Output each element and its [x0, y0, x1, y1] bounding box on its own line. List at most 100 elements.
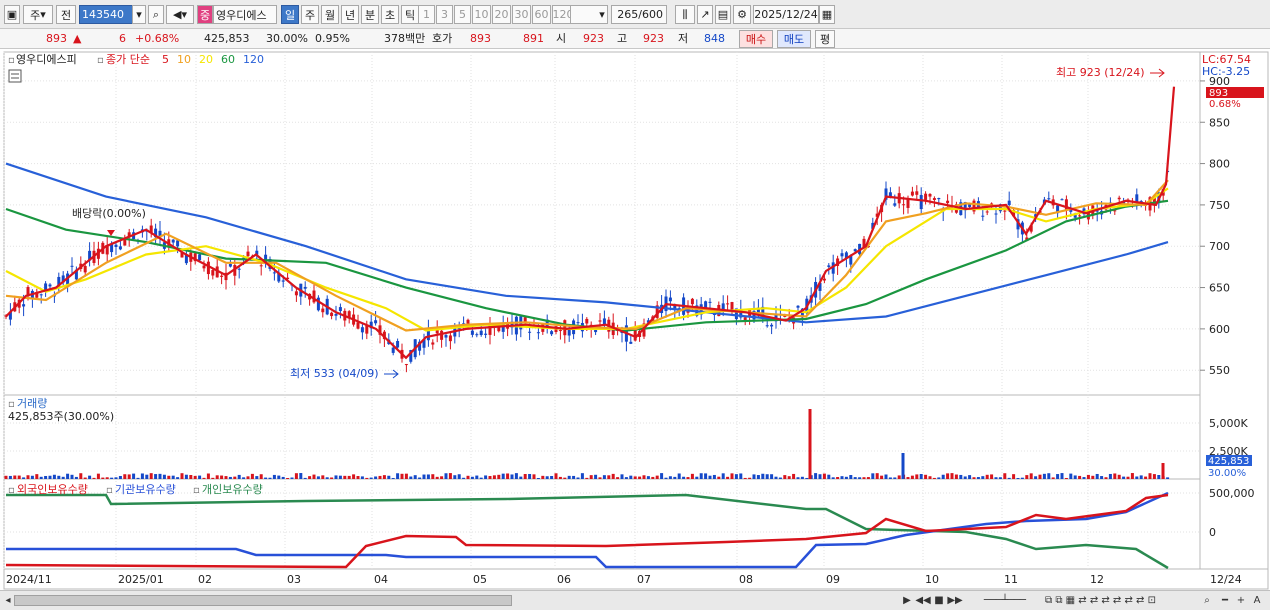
chevron-down-icon[interactable]: ▾ — [132, 5, 146, 24]
ma-legend-20[interactable]: 20 — [199, 53, 213, 66]
gear-icon[interactable]: ⚙ — [733, 5, 751, 24]
speaker-icon[interactable]: ◀▾ — [166, 5, 194, 24]
candle-body — [523, 317, 527, 322]
sell-button[interactable]: 매도 — [777, 30, 811, 48]
holding-legend-2[interactable]: 개인보유수량 — [202, 483, 263, 496]
volume-title[interactable]: 거래량 — [17, 397, 47, 410]
candle-body — [220, 275, 224, 277]
volume-bar — [294, 473, 298, 479]
tab-period-6[interactable]: 틱 — [401, 5, 419, 24]
volume-bar — [646, 476, 650, 479]
volume-bar — [250, 473, 254, 479]
candle-body — [932, 198, 936, 201]
horizontal-scrollbar[interactable]: ◂ ▶ ◀◀ ■ ▶▶ ───┴─── ⧉ ⧉ ▦ ⇄ ⇄ ⇄ ⇄ ⇄ ⇄ ⊡ … — [0, 590, 1270, 610]
candle-body — [567, 330, 571, 336]
prev-button[interactable]: 전 — [56, 5, 76, 24]
zoom-slider[interactable]: ───┴─── — [970, 593, 1040, 608]
tab-period-1[interactable]: 주 — [301, 5, 319, 24]
stock-name-field[interactable]: 영우디에스 — [213, 5, 277, 24]
ma-label[interactable]: 종가 단순 — [106, 53, 150, 66]
volume-bar — [563, 477, 567, 479]
volume-bar — [594, 474, 598, 479]
candle-body — [39, 294, 43, 296]
volume-bar — [374, 476, 378, 479]
stock-chart[interactable]: 2024/11 2025/01 02 03 04 05 06 07 08 09 10 11 12 12/2… — [0, 49, 1270, 590]
date-field[interactable]: 2025/12/24 — [753, 5, 819, 24]
candle-body — [440, 330, 444, 340]
drawing-icon[interactable]: ↗ — [697, 5, 713, 24]
scroll-thumb[interactable] — [14, 595, 512, 606]
volume-bar — [1108, 473, 1112, 479]
volume-bar — [1007, 477, 1011, 479]
interval-button-1[interactable]: 1 — [418, 5, 435, 24]
candle-icon[interactable]: ⫼ — [675, 5, 695, 24]
buy-button[interactable]: 매수 — [739, 30, 773, 48]
x-label-10: 10 — [925, 573, 939, 586]
save-icon[interactable]: ▤ — [715, 5, 731, 24]
candle-body — [202, 265, 206, 269]
ma-legend-60[interactable]: 60 — [221, 53, 235, 66]
interval-button-20[interactable]: 20 — [492, 5, 511, 24]
stock-label[interactable]: 영우디에스피 — [16, 53, 77, 66]
volume-bar — [211, 477, 215, 479]
ma-legend-120[interactable]: 120 — [243, 53, 264, 66]
tab-period-4[interactable]: 분 — [361, 5, 379, 24]
market-label: 주 — [30, 8, 41, 22]
candle-body — [765, 325, 769, 327]
volume-bar — [4, 475, 8, 479]
interval-button-30[interactable]: 30 — [512, 5, 531, 24]
volume-bar — [453, 475, 457, 479]
calendar-icon[interactable]: ▦ — [819, 5, 835, 24]
volume-bar — [431, 474, 435, 479]
tool-icons[interactable]: ⧉ ⧉ ▦ ⇄ ⇄ ⇄ ⇄ ⇄ ⇄ ⊡ — [1045, 593, 1195, 608]
candle-body — [937, 198, 941, 200]
volume-bar — [497, 474, 501, 479]
candle-body — [70, 265, 74, 267]
volume-bar — [299, 473, 303, 479]
ma-legend-5[interactable]: 5 — [162, 53, 169, 66]
volume-bar — [1104, 477, 1108, 479]
volume-bar — [510, 474, 514, 479]
interval-button-3[interactable]: 3 — [436, 5, 453, 24]
scroll-left-icon[interactable]: ◂ — [2, 593, 14, 608]
forward-icon[interactable]: ▶▶ — [947, 593, 962, 608]
play-icon[interactable]: ▶ — [900, 593, 914, 608]
volume-bar — [844, 476, 848, 479]
interval-button-10[interactable]: 10 — [472, 5, 491, 24]
tab-period-3[interactable]: 년 — [341, 5, 359, 24]
volume-bar — [1056, 474, 1060, 479]
table-icon[interactable] — [8, 69, 22, 83]
volume-bar — [1095, 473, 1099, 479]
volume-bar — [831, 477, 835, 479]
interval-button-60[interactable]: 60 — [532, 5, 551, 24]
holding-legend-0[interactable]: 외국인보유수량 — [17, 483, 88, 496]
volume-bar — [686, 477, 690, 479]
candle-body — [444, 335, 448, 338]
font-icon[interactable]: A — [1250, 593, 1264, 608]
stop-icon[interactable]: ■ — [932, 593, 946, 608]
chevron-down-icon[interactable]: ▾ — [570, 5, 608, 24]
layout-icon[interactable]: ▣ — [4, 5, 20, 24]
volume-bar — [440, 476, 444, 479]
holding-legend-1[interactable]: 기관보유수량 — [115, 483, 176, 496]
ma-legend-10[interactable]: 10 — [177, 53, 191, 66]
volume-bar — [708, 475, 712, 479]
volume-bar — [242, 477, 246, 479]
plus-icon[interactable]: + — [1234, 593, 1248, 608]
volume-bar — [1157, 475, 1161, 479]
search-icon[interactable]: ⌕ — [1200, 593, 1214, 608]
volume-bar — [162, 474, 166, 479]
search-icon[interactable]: ⌕ — [148, 5, 164, 24]
y-label-800: 800 — [1209, 158, 1230, 171]
volume-bar — [233, 476, 237, 479]
tab-period-5[interactable]: 초 — [381, 5, 399, 24]
tab-period-0[interactable]: 일 — [281, 5, 299, 24]
count-field[interactable]: 265/600 — [611, 5, 667, 24]
market-select[interactable]: 주 ▾ — [23, 5, 53, 24]
interval-button-5[interactable]: 5 — [454, 5, 471, 24]
minus-icon[interactable]: ━ — [1218, 593, 1232, 608]
tab-period-2[interactable]: 월 — [321, 5, 339, 24]
avg-button[interactable]: 평 — [815, 30, 835, 48]
rewind-icon[interactable]: ◀◀ — [915, 593, 930, 608]
volume-bar — [554, 473, 558, 479]
